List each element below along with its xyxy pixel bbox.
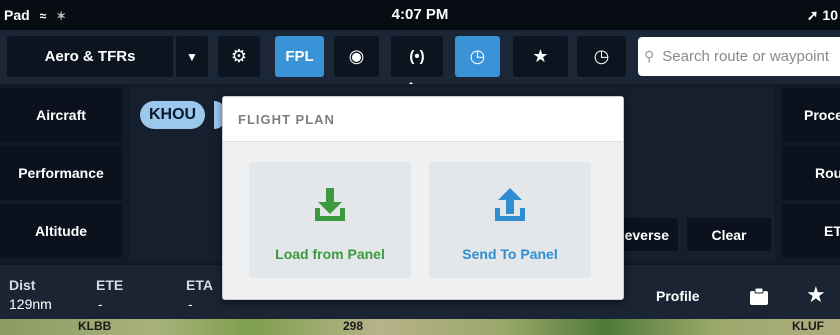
layer-dropdown-button[interactable]: ▼ bbox=[176, 36, 208, 77]
ete-label: ETE bbox=[96, 277, 124, 293]
status-bar: Pad ≈ ✶ 4:07 PM ➚ 10 bbox=[0, 0, 840, 30]
clear-button[interactable]: Clear bbox=[687, 218, 771, 251]
instruments-button[interactable]: ◷ bbox=[455, 36, 500, 77]
upload-icon bbox=[495, 188, 525, 221]
dist-label: Dist bbox=[9, 277, 36, 293]
toolbar: Aero & TFRs ▼ ⚙ FPL ◉ (•) ◷ ★ ◷ ⚲ bbox=[0, 30, 840, 84]
send-to-panel-button[interactable]: Send To Panel bbox=[429, 162, 591, 278]
gauge-icon: ◷ bbox=[469, 46, 486, 66]
aircraft-button[interactable]: Aircraft bbox=[0, 88, 122, 142]
route-button[interactable]: Rou bbox=[782, 146, 840, 200]
fpl-button[interactable]: FPL bbox=[275, 36, 324, 77]
performance-button[interactable]: Performance bbox=[0, 146, 122, 200]
load-from-panel-label: Load from Panel bbox=[275, 246, 385, 262]
clock: 4:07 PM bbox=[391, 6, 449, 23]
eta-value: - bbox=[188, 296, 193, 312]
route-label: Rou bbox=[815, 165, 840, 181]
fpl-label: FPL bbox=[285, 48, 314, 65]
profile-button[interactable]: Profile bbox=[656, 288, 700, 304]
star-icon[interactable]: ★ bbox=[806, 282, 826, 308]
eta-label: ETA bbox=[186, 277, 213, 293]
battery-level: 10 bbox=[822, 7, 838, 23]
location-arrow-icon: ➚ bbox=[806, 7, 819, 23]
send-to-panel-label: Send To Panel bbox=[462, 246, 558, 262]
favorites-button[interactable]: ★ bbox=[513, 36, 568, 77]
map-layer-label: Aero & TFRs bbox=[44, 48, 136, 65]
ete-value: - bbox=[98, 296, 103, 312]
waypoint-chip[interactable]: KHOU bbox=[140, 101, 206, 129]
map-label-kluf: KLUF bbox=[792, 319, 824, 333]
globe-icon: ◉ bbox=[348, 46, 365, 66]
clock-icon: ◷ bbox=[593, 46, 610, 66]
performance-label: Performance bbox=[18, 165, 104, 181]
procedures-label: Proce bbox=[804, 107, 840, 123]
map-label-298: 298 bbox=[343, 319, 364, 333]
caret-down-icon: ▼ bbox=[186, 49, 198, 64]
altitude-button[interactable]: Altitude bbox=[0, 204, 122, 258]
map-label-klbb: KLBB bbox=[78, 319, 112, 333]
dist-value: 129nm bbox=[9, 296, 52, 312]
map-layer-selector[interactable]: Aero & TFRs bbox=[7, 36, 173, 77]
recent-button[interactable]: ◷ bbox=[577, 36, 626, 77]
altitude-label: Altitude bbox=[34, 223, 88, 239]
layers-button[interactable]: ◉ bbox=[334, 36, 379, 77]
stars-icon: ★ bbox=[532, 46, 549, 66]
load-from-panel-button[interactable]: Load from Panel bbox=[249, 162, 411, 278]
clipboard-icon[interactable] bbox=[749, 287, 769, 305]
aircraft-label: Aircraft bbox=[36, 107, 86, 123]
download-icon bbox=[315, 188, 345, 221]
map-strip[interactable]: KLBB 298 KLUF bbox=[0, 319, 840, 335]
ete-side-label: ET bbox=[824, 223, 840, 239]
flight-plan-popover: FLIGHT PLAN Load from Panel Send To Pane… bbox=[222, 96, 624, 300]
waypoint-label: KHOU bbox=[149, 106, 197, 123]
connect-panel-button[interactable]: (•) bbox=[391, 36, 443, 77]
procedures-button[interactable]: Proce bbox=[782, 88, 840, 142]
wireless-icon: (•) bbox=[409, 48, 425, 65]
search-icon: ⚲ bbox=[644, 48, 655, 64]
search-box[interactable]: ⚲ bbox=[638, 37, 840, 76]
ete-button[interactable]: ET bbox=[782, 204, 840, 258]
search-input[interactable] bbox=[662, 48, 840, 65]
gear-icon: ⚙ bbox=[230, 46, 248, 66]
clear-label: Clear bbox=[711, 226, 747, 243]
settings-button[interactable]: ⚙ bbox=[218, 36, 260, 77]
popover-title: FLIGHT PLAN bbox=[223, 97, 623, 142]
